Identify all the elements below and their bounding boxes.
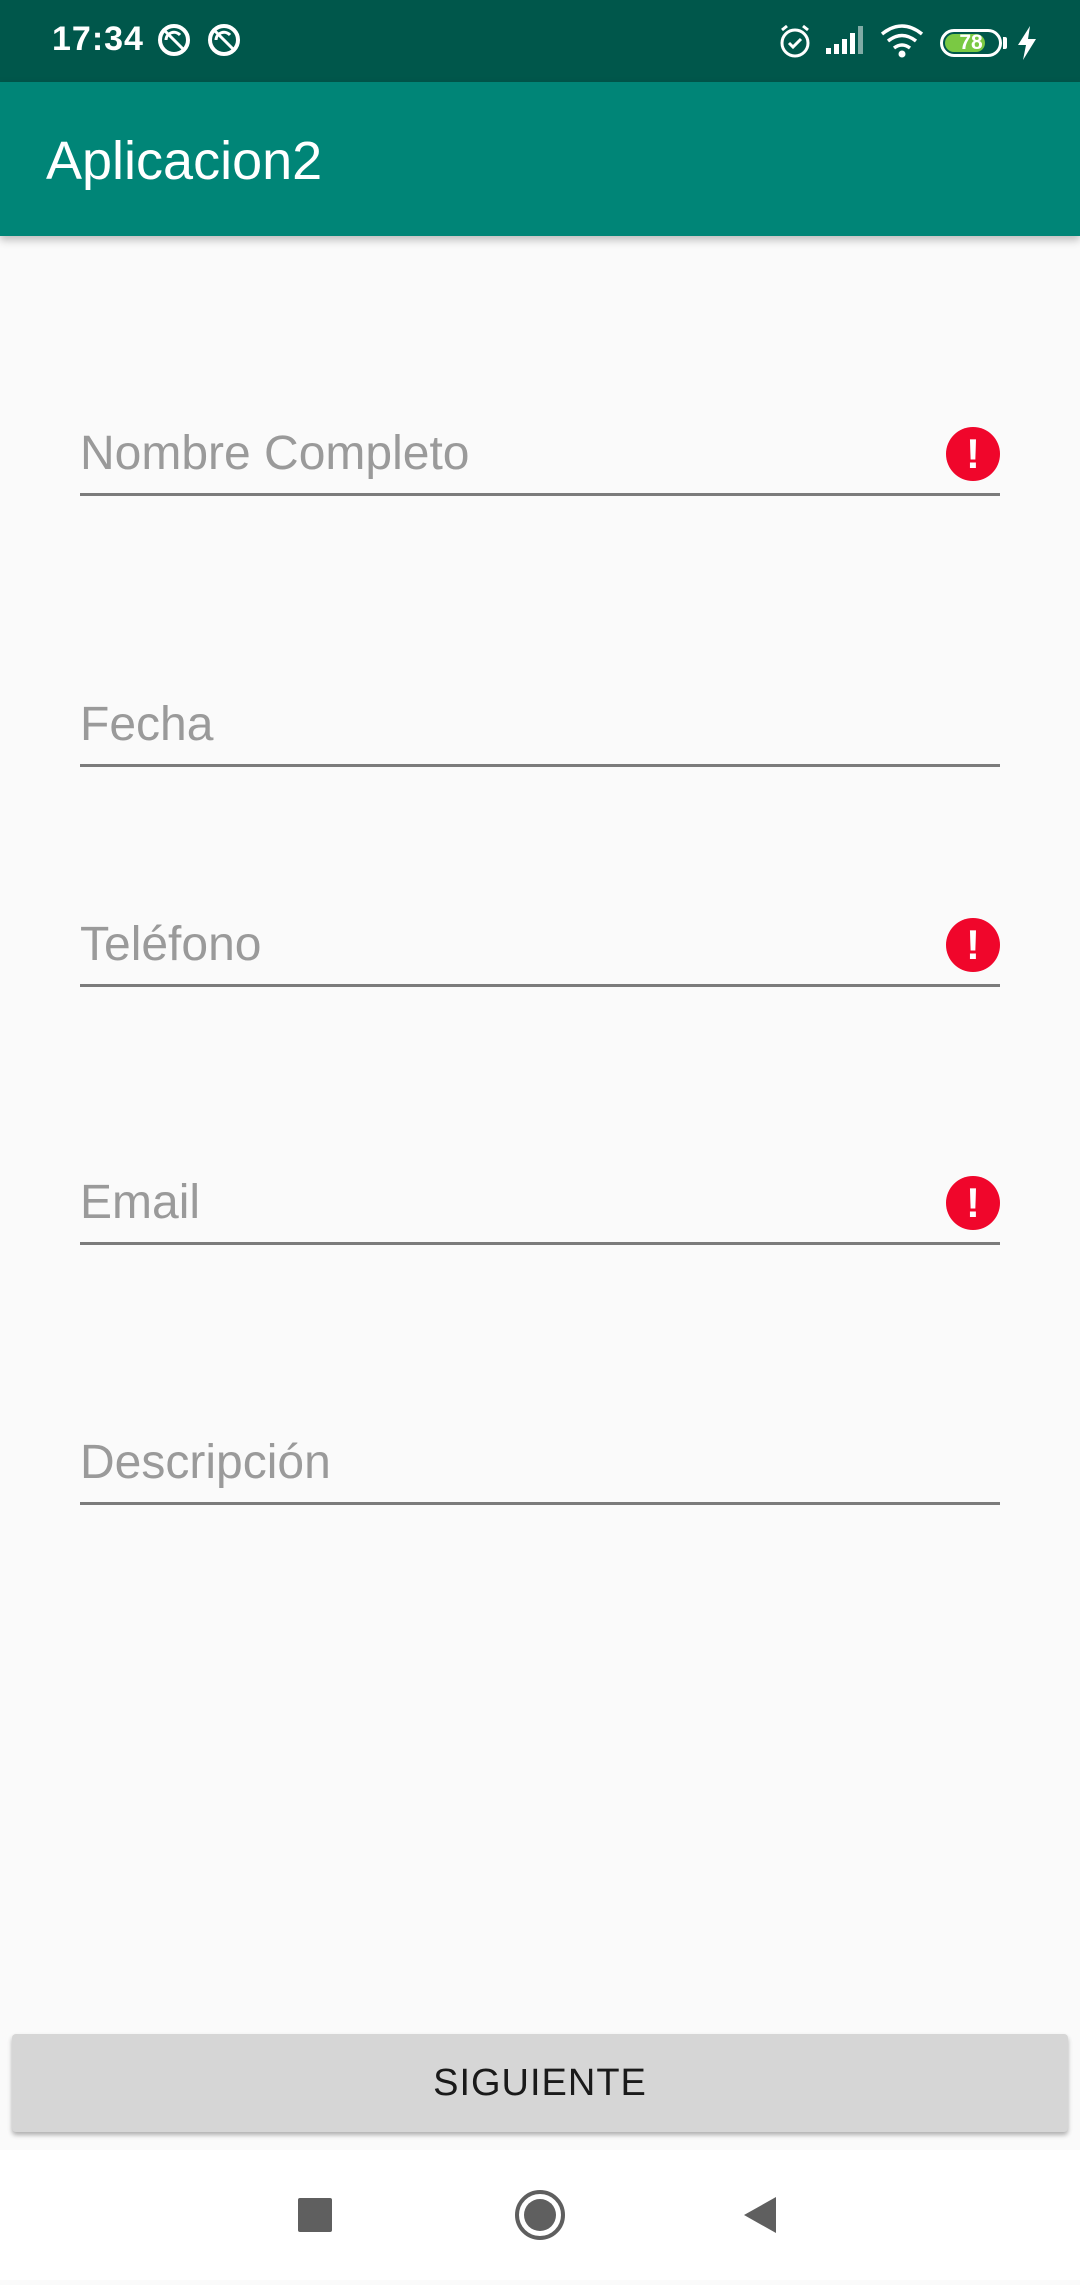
error-icon: !	[946, 918, 1000, 972]
battery-icon: 78	[940, 29, 1002, 57]
navigation-bar	[0, 2150, 1080, 2280]
full-name-input[interactable]	[80, 423, 900, 483]
alarm-icon	[780, 24, 810, 58]
sync-disabled-icon	[158, 24, 190, 56]
email-input[interactable]	[80, 1172, 900, 1232]
status-bar: 17:34 78	[0, 0, 1080, 82]
full-name-field: !	[80, 423, 1000, 496]
signal-icon	[826, 26, 863, 54]
email-field: !	[80, 1172, 1000, 1245]
back-button[interactable]	[700, 2150, 820, 2280]
phone-field: !	[80, 914, 1000, 987]
error-icon: !	[946, 1176, 1000, 1230]
home-icon	[515, 2190, 565, 2240]
description-field	[80, 1432, 1000, 1505]
app-bar: Aplicacion2	[0, 82, 1080, 236]
phone-input[interactable]	[80, 914, 900, 974]
battery-level-text: 78	[959, 31, 983, 54]
date-input[interactable]	[80, 694, 900, 754]
status-time: 17:34	[52, 20, 144, 58]
recents-button[interactable]	[255, 2150, 375, 2280]
home-button[interactable]	[480, 2150, 600, 2280]
app-title: Aplicacion2	[46, 131, 323, 191]
description-input[interactable]	[80, 1432, 900, 1492]
charging-icon	[1018, 26, 1036, 60]
sync-disabled-icon	[208, 24, 240, 56]
back-icon	[744, 2197, 776, 2233]
next-button[interactable]: SIGUIENTE	[12, 2034, 1068, 2132]
date-field	[80, 694, 1000, 767]
recents-icon	[298, 2198, 332, 2232]
wifi-icon	[880, 24, 924, 58]
error-icon: !	[946, 427, 1000, 481]
battery-cap	[1003, 37, 1007, 49]
